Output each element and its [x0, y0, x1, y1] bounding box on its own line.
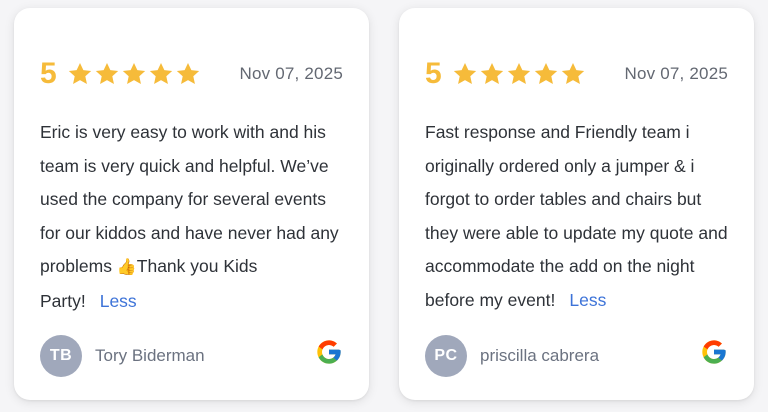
rating-value: 5	[40, 57, 57, 90]
review-body: Eric is very easy to work with and his t…	[40, 122, 339, 276]
star-icon	[452, 61, 478, 87]
rating-row: 5 Nov 07, 2025	[40, 54, 343, 94]
review-date: Nov 07, 2025	[624, 64, 728, 83]
google-icon	[315, 338, 343, 366]
author-name: priscilla cabrera	[480, 346, 600, 365]
review-date: Nov 07, 2025	[239, 64, 343, 83]
reviews-section: 5 Nov 07, 2025 Eric is very easy to work…	[0, 0, 768, 412]
less-link[interactable]: Less	[100, 291, 137, 311]
star-icon	[67, 61, 93, 87]
review-body: Fast response and Friendly team i origin…	[425, 122, 728, 310]
rating-row: 5 Nov 07, 2025	[425, 54, 728, 94]
author-name: Tory Biderman	[95, 346, 205, 365]
star-icon	[506, 61, 532, 87]
rating-value: 5	[425, 57, 442, 90]
star-icon	[175, 61, 201, 87]
author-row: PC priscilla cabrera	[425, 335, 728, 377]
thumbs-up-icon: 👍	[116, 259, 137, 276]
avatar: PC	[425, 335, 467, 377]
review-card: 5 Nov 07, 2025 Eric is very easy to work…	[14, 8, 369, 400]
review-card: 5 Nov 07, 2025 Fast response and Friendl…	[399, 8, 754, 400]
star-rating	[67, 61, 201, 87]
star-icon	[479, 61, 505, 87]
star-icon	[94, 61, 120, 87]
avatar: TB	[40, 335, 82, 377]
star-rating	[452, 61, 586, 87]
star-icon	[121, 61, 147, 87]
review-text: Fast response and Friendly team i origin…	[425, 116, 732, 317]
star-icon	[148, 61, 174, 87]
google-icon	[700, 338, 728, 366]
star-icon	[533, 61, 559, 87]
review-text: Eric is very easy to work with and his t…	[40, 116, 347, 318]
star-icon	[560, 61, 586, 87]
less-link[interactable]: Less	[569, 290, 606, 310]
author-row: TB Tory Biderman	[40, 335, 343, 377]
